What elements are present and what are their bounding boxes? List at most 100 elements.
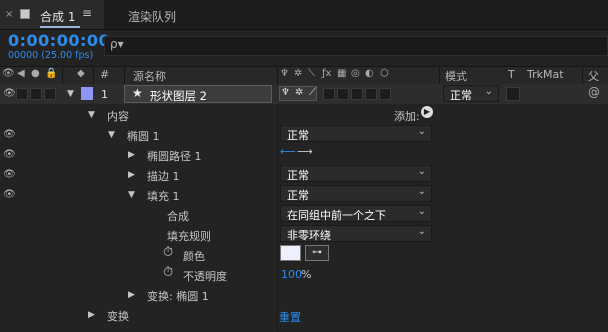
opacity-unit: % bbox=[301, 268, 312, 281]
opacity-value[interactable]: 100 bbox=[281, 268, 302, 281]
expand-ellipse-transform-icon[interactable]: ▶ bbox=[128, 290, 135, 300]
ellipse-eye-icon[interactable]: 👁 bbox=[3, 129, 16, 140]
search-input[interactable] bbox=[104, 36, 608, 56]
fill-rule-value: 非零环绕 bbox=[287, 229, 331, 242]
column-divider bbox=[93, 66, 94, 84]
tab-composition-label[interactable]: 合成 1 bbox=[40, 8, 75, 25]
stroke-blend-select[interactable]: 正常 ⌄ bbox=[280, 165, 432, 182]
composition-icon bbox=[20, 9, 30, 19]
motion-blur-icon: ◎ bbox=[351, 68, 360, 79]
tab-render-queue[interactable]: 渲染队列 bbox=[128, 8, 176, 25]
layer-mode-value: 正常 bbox=[450, 89, 472, 102]
column-t: T bbox=[508, 68, 515, 81]
path-direction-icon[interactable]: ⟵ bbox=[280, 145, 296, 158]
fill-blend-value: 正常 bbox=[287, 189, 309, 202]
column-header-bar bbox=[0, 66, 608, 86]
fill-eye-icon[interactable]: 👁 bbox=[3, 189, 16, 200]
chevron-down-icon: ⌄ bbox=[484, 86, 493, 97]
collapse-switch-icon[interactable]: ✲ bbox=[295, 87, 303, 98]
current-time[interactable]: 0:00:00:00 bbox=[8, 31, 110, 50]
expand-transform-icon[interactable]: ▶ bbox=[88, 310, 95, 320]
chevron-down-icon: ⌄ bbox=[417, 226, 426, 237]
add-button-icon[interactable]: ▶ bbox=[421, 106, 433, 118]
layer-number: 1 bbox=[101, 88, 108, 101]
ellipse-transform-label[interactable]: 变换: 椭圆 1 bbox=[147, 288, 209, 304]
expand-contents-icon[interactable]: ▼ bbox=[88, 110, 95, 120]
shy-switch-icon[interactable]: ♆ bbox=[281, 87, 290, 98]
stroke-blend-value: 正常 bbox=[287, 169, 309, 182]
ellipse-blend-select[interactable]: 正常 ⌄ bbox=[280, 125, 432, 142]
lock-icon: 🔒 bbox=[45, 68, 58, 79]
chevron-down-icon: ⌄ bbox=[417, 186, 426, 197]
frame-blend-icon: ▦ bbox=[337, 68, 347, 79]
value-column-divider bbox=[277, 104, 278, 332]
column-divider bbox=[439, 66, 440, 84]
opacity-label: 不透明度 bbox=[183, 270, 227, 283]
fill-rule-select[interactable]: 非零环绕 ⌄ bbox=[280, 225, 432, 242]
layer-label-color[interactable] bbox=[81, 87, 93, 100]
ellipse-path-label[interactable]: 椭圆路径 1 bbox=[147, 148, 202, 164]
composite-select[interactable]: 在同组中前一个之下 ⌄ bbox=[280, 205, 432, 222]
ellipse-path-eye-icon[interactable]: 👁 bbox=[3, 149, 16, 160]
preserve-transparency-toggle[interactable] bbox=[506, 87, 520, 101]
expand-fill-icon[interactable]: ▼ bbox=[128, 190, 135, 200]
ellipse-group-label[interactable]: 椭圆 1 bbox=[127, 128, 160, 144]
expand-ellipse-path-icon[interactable]: ▶ bbox=[128, 150, 135, 160]
color-label: 颜色 bbox=[183, 250, 205, 263]
expand-layer-icon[interactable]: ▼ bbox=[67, 89, 74, 99]
visibility-eye-icon[interactable]: 👁 bbox=[3, 88, 16, 99]
column-divider bbox=[582, 66, 583, 84]
effect-icon: ƒx bbox=[322, 68, 332, 79]
collapse-icon: ✲ bbox=[294, 68, 303, 79]
reset-link[interactable]: 重置 bbox=[279, 309, 301, 325]
expand-ellipse-icon[interactable]: ▼ bbox=[108, 130, 115, 140]
column-source-name[interactable]: 源名称 bbox=[133, 68, 166, 84]
audio-toggle[interactable] bbox=[16, 88, 28, 100]
adjustment-icon: ◐ bbox=[365, 68, 374, 79]
composite-value: 在同组中前一个之下 bbox=[287, 209, 386, 222]
add-label: 添加: bbox=[394, 110, 420, 123]
frame-blend-toggle[interactable] bbox=[337, 88, 349, 100]
solo-icon: ● bbox=[31, 68, 40, 79]
quality-icon: ⟍ bbox=[308, 68, 315, 79]
chevron-down-icon: ⌄ bbox=[417, 166, 426, 177]
3d-toggle[interactable] bbox=[379, 88, 391, 100]
adjustment-toggle[interactable] bbox=[365, 88, 377, 100]
lock-toggle[interactable] bbox=[44, 88, 56, 100]
3d-layer-icon: ⬡ bbox=[380, 68, 389, 79]
shy-icon: ♆ bbox=[280, 68, 289, 79]
column-trkmat[interactable]: TrkMat bbox=[527, 68, 564, 81]
eyedropper-icon[interactable]: ⊶ bbox=[305, 245, 329, 261]
video-eye-icon: 👁 bbox=[2, 68, 15, 79]
frame-count: 00000 (25.00 fps) bbox=[8, 50, 94, 61]
composite-label: 合成 bbox=[167, 210, 189, 223]
fill-rule-label: 填充规则 bbox=[167, 230, 211, 243]
fill-color-swatch[interactable] bbox=[280, 245, 301, 261]
fill-blend-select[interactable]: 正常 ⌄ bbox=[280, 185, 432, 202]
stroke-eye-icon[interactable]: 👁 bbox=[3, 169, 16, 180]
layer-name[interactable]: 形状图层 2 bbox=[150, 88, 207, 104]
close-icon[interactable]: × bbox=[5, 9, 13, 20]
fill-label[interactable]: 填充 1 bbox=[147, 188, 180, 204]
search-icon[interactable]: ρ▾ bbox=[110, 37, 124, 51]
transform-label[interactable]: 变换 bbox=[107, 308, 129, 324]
stopwatch-icon[interactable]: ⏱ bbox=[163, 245, 173, 260]
expand-stroke-icon[interactable]: ▶ bbox=[128, 170, 135, 180]
shape-layer-star-icon: ★ bbox=[132, 86, 143, 100]
column-divider bbox=[277, 66, 278, 84]
quality-switch-icon[interactable]: ⟋ bbox=[309, 87, 316, 98]
chevron-down-icon: ⌄ bbox=[417, 126, 426, 137]
column-mode[interactable]: 模式 bbox=[445, 68, 467, 84]
fx-toggle[interactable] bbox=[323, 88, 335, 100]
stroke-label[interactable]: 描边 1 bbox=[147, 168, 180, 184]
tab-active-indicator bbox=[40, 26, 80, 28]
path-direction-reverse-icon[interactable]: ⟶ bbox=[297, 145, 313, 158]
audio-icon: ◀ bbox=[17, 68, 25, 79]
solo-toggle[interactable] bbox=[30, 88, 42, 100]
stopwatch-icon[interactable]: ⏱ bbox=[163, 265, 173, 280]
parent-pick-whip-icon[interactable]: @ bbox=[588, 85, 600, 99]
contents-label: 内容 bbox=[107, 110, 129, 123]
panel-menu-icon[interactable]: ≡ bbox=[82, 6, 92, 20]
motion-blur-toggle[interactable] bbox=[351, 88, 363, 100]
layer-mode-select[interactable]: 正常 ⌄ bbox=[443, 85, 499, 102]
